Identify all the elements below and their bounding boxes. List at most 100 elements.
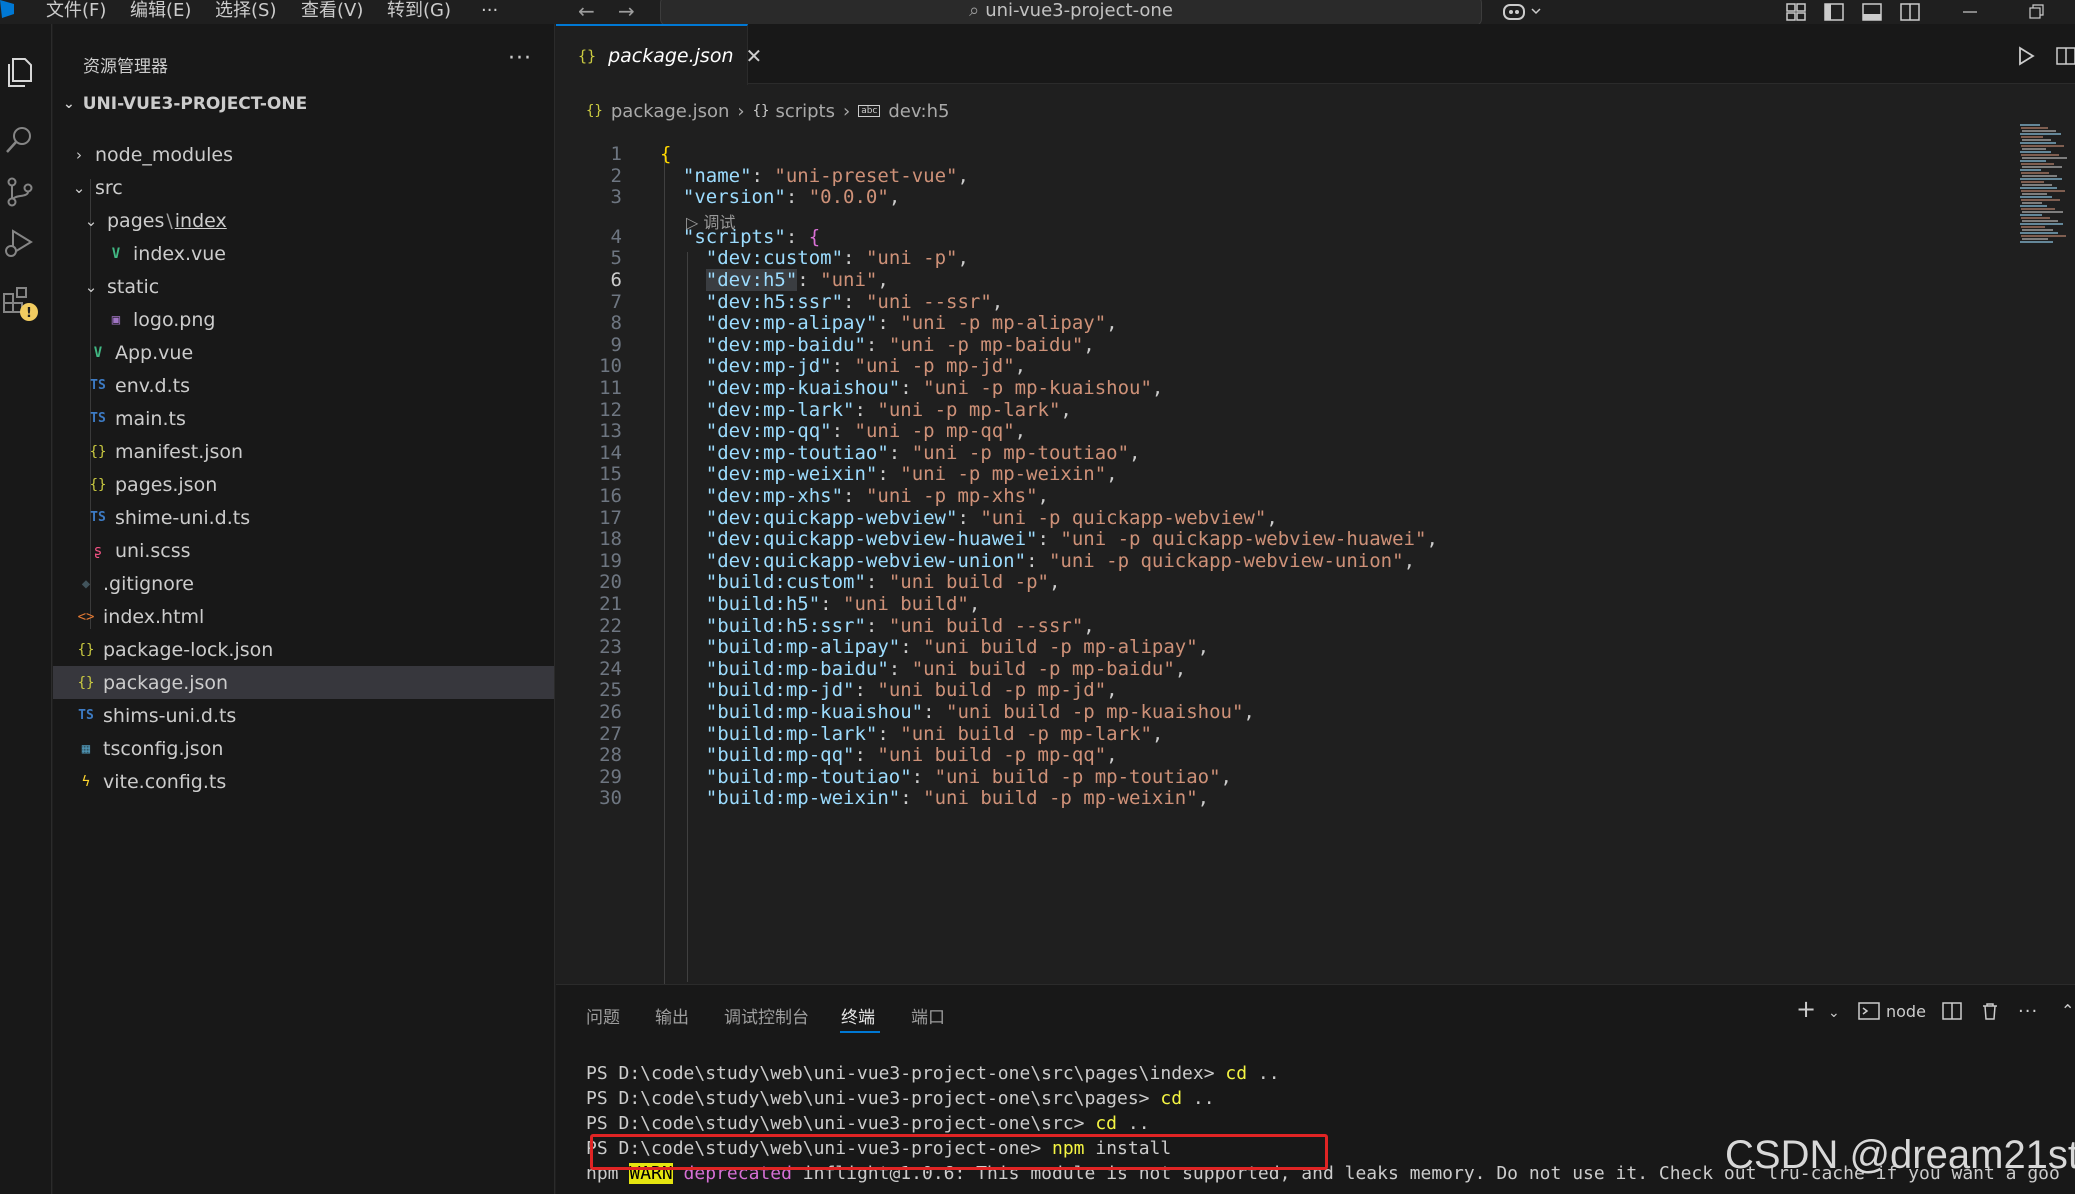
run-debug-icon[interactable] [0, 220, 40, 264]
json-value: "0.0.0" [808, 186, 889, 209]
minimap-line [2021, 136, 2043, 138]
command-center-search[interactable]: ⌕ uni-vue3-project-one [660, 0, 1482, 26]
more-actions-icon[interactable]: ··· [508, 46, 532, 71]
active-tab-indicator [840, 1031, 880, 1033]
terminal-instance[interactable]: node [1858, 1001, 1926, 1021]
breadcrumb-scripts[interactable]: scripts [775, 101, 835, 122]
tree-file-logo-png[interactable]: ▣ logo.png [53, 303, 554, 336]
tree-file-package-lock-json[interactable]: {} package-lock.json [53, 633, 554, 666]
more-actions-icon[interactable]: ··· [2018, 1001, 2038, 1022]
tree-file-app-vue[interactable]: V App.vue [53, 336, 554, 369]
typescript-file-icon: TS [90, 510, 106, 525]
tree-file-main-ts[interactable]: TS main.ts [53, 402, 554, 435]
minimap-line [2021, 217, 2050, 219]
split-editor-icon[interactable] [2056, 46, 2075, 70]
copilot-icon[interactable] [1502, 2, 1546, 22]
menu-view[interactable]: 查看(V) [301, 0, 363, 22]
tab-label: package.json [608, 44, 734, 67]
toggle-secondary-sidebar-icon[interactable] [1900, 2, 1920, 22]
tab-problems[interactable]: 问题 [586, 1003, 620, 1028]
minimap-line [2020, 241, 2053, 243]
code-editor[interactable]: 1{2 "name": "uni-preset-vue", 3 "version"… [556, 142, 2016, 984]
minimap-line [2021, 190, 2065, 192]
extensions-icon[interactable]: ! [0, 280, 40, 324]
back-arrow-icon[interactable]: ← [578, 0, 595, 22]
minimap-line [2020, 160, 2046, 162]
terminal-prompt: PS D:\code\study\web\uni-vue3-project-on… [586, 1063, 1226, 1084]
source-control-icon[interactable] [0, 170, 40, 214]
tree-file-gitignore[interactable]: ◆ .gitignore [53, 567, 554, 600]
tab-debug-console[interactable]: 调试控制台 [724, 1003, 809, 1028]
minimap-line [2022, 202, 2042, 204]
trash-icon[interactable] [1980, 1001, 2000, 1026]
project-root[interactable]: ⌄ UNI-VUE3-PROJECT-ONE [63, 94, 307, 114]
minimap-line [2020, 124, 2040, 126]
minimap-line [2021, 199, 2060, 201]
minimap-line [2022, 229, 2053, 231]
tab-package-json[interactable]: {} package.json ✕ [556, 24, 762, 85]
tab-ports[interactable]: 端口 [911, 1003, 945, 1028]
tree-folder-src[interactable]: ⌄ src [53, 171, 554, 204]
search-text: uni-vue3-project-one [985, 0, 1173, 21]
menu-goto[interactable]: 转到(G) [387, 0, 451, 22]
forward-arrow-icon[interactable]: → [618, 0, 635, 22]
object-icon: {} [752, 103, 770, 119]
menu-edit[interactable]: 编辑(E) [130, 0, 191, 22]
minimap-line [2022, 184, 2052, 186]
chevron-down-icon[interactable]: ⌄ [1828, 1005, 1840, 1021]
tree-file-shime-uni-d-ts[interactable]: TS shime-uni.d.ts [53, 501, 554, 534]
customize-layout-icon[interactable] [1786, 2, 1806, 22]
tree-file-manifest-json[interactable]: {} manifest.json [53, 435, 554, 468]
explorer-sidebar: 资源管理器 ··· ⌄ UNI-VUE3-PROJECT-ONE › node_… [53, 24, 555, 1194]
editor-tab-bar: {} package.json ✕ [556, 24, 2075, 85]
close-icon[interactable]: ✕ [746, 44, 763, 68]
breadcrumb-dev-h5[interactable]: dev:h5 [888, 101, 949, 122]
tree-folder-static[interactable]: ⌄ static [53, 270, 554, 303]
split-terminal-icon[interactable] [1942, 1001, 1962, 1026]
search-icon[interactable] [0, 118, 40, 162]
tree-folder-pages-index[interactable]: ⌄ pages \ index [53, 204, 554, 237]
tree-label: uni.scss [115, 539, 191, 562]
toggle-panel-icon[interactable] [1862, 2, 1882, 22]
chevron-down-icon: ⌄ [63, 96, 75, 112]
tab-terminal[interactable]: 终端 [841, 1003, 875, 1028]
breadcrumb-file[interactable]: package.json [611, 101, 730, 122]
restore-icon[interactable] [2026, 2, 2046, 22]
tree-file-tsconfig-json[interactable]: ▦ tsconfig.json [53, 732, 554, 765]
tree-file-index-html[interactable]: <> index.html [53, 600, 554, 633]
chevron-right-icon: › [737, 100, 745, 122]
run-icon[interactable] [2016, 46, 2036, 70]
highlight-box [590, 1134, 1328, 1170]
minimap[interactable] [2012, 124, 2072, 264]
tree-folder-node-modules[interactable]: › node_modules [53, 138, 554, 171]
minimap-line [2022, 238, 2048, 240]
tree-file-index-vue[interactable]: V index.vue [53, 237, 554, 270]
tree-file-shims-uni-d-ts[interactable]: TS shims-uni.d.ts [53, 699, 554, 732]
chevron-up-icon[interactable]: ⌃ [2061, 1001, 2074, 1020]
tree-file-package-json[interactable]: {} package.json [53, 666, 554, 699]
minimap-line [2020, 151, 2051, 153]
menu-selection[interactable]: 选择(S) [215, 0, 276, 22]
scss-file-icon: ʂ [93, 542, 103, 559]
tree-label: shims-uni.d.ts [103, 704, 237, 727]
tree-file-vite-config-ts[interactable]: ϟ vite.config.ts [53, 765, 554, 798]
minimap-line [2022, 166, 2062, 168]
tree-file-uni-scss[interactable]: ʂ uni.scss [53, 534, 554, 567]
minimap-line [2021, 235, 2066, 237]
new-terminal-icon[interactable]: + [1796, 995, 1816, 1023]
project-root-label: UNI-VUE3-PROJECT-ONE [82, 94, 308, 114]
menu-more[interactable]: ··· [481, 0, 498, 22]
toggle-sidebar-icon[interactable] [1824, 2, 1844, 22]
tree-label: pages [107, 209, 165, 232]
tree-file-env-d-ts[interactable]: TS env.d.ts [53, 369, 554, 402]
explorer-icon[interactable] [0, 50, 40, 94]
path-separator: \ [166, 209, 173, 232]
tree-label: static [107, 275, 160, 298]
typescript-file-icon: TS [90, 378, 106, 393]
menu-file[interactable]: 文件(F) [46, 0, 106, 22]
svg-text:!: ! [26, 306, 32, 321]
tree-file-pages-json[interactable]: {} pages.json [53, 468, 554, 501]
minimap-line [2022, 220, 2058, 222]
minimize-icon[interactable] [1960, 2, 1980, 22]
tab-output[interactable]: 输出 [655, 1003, 689, 1028]
